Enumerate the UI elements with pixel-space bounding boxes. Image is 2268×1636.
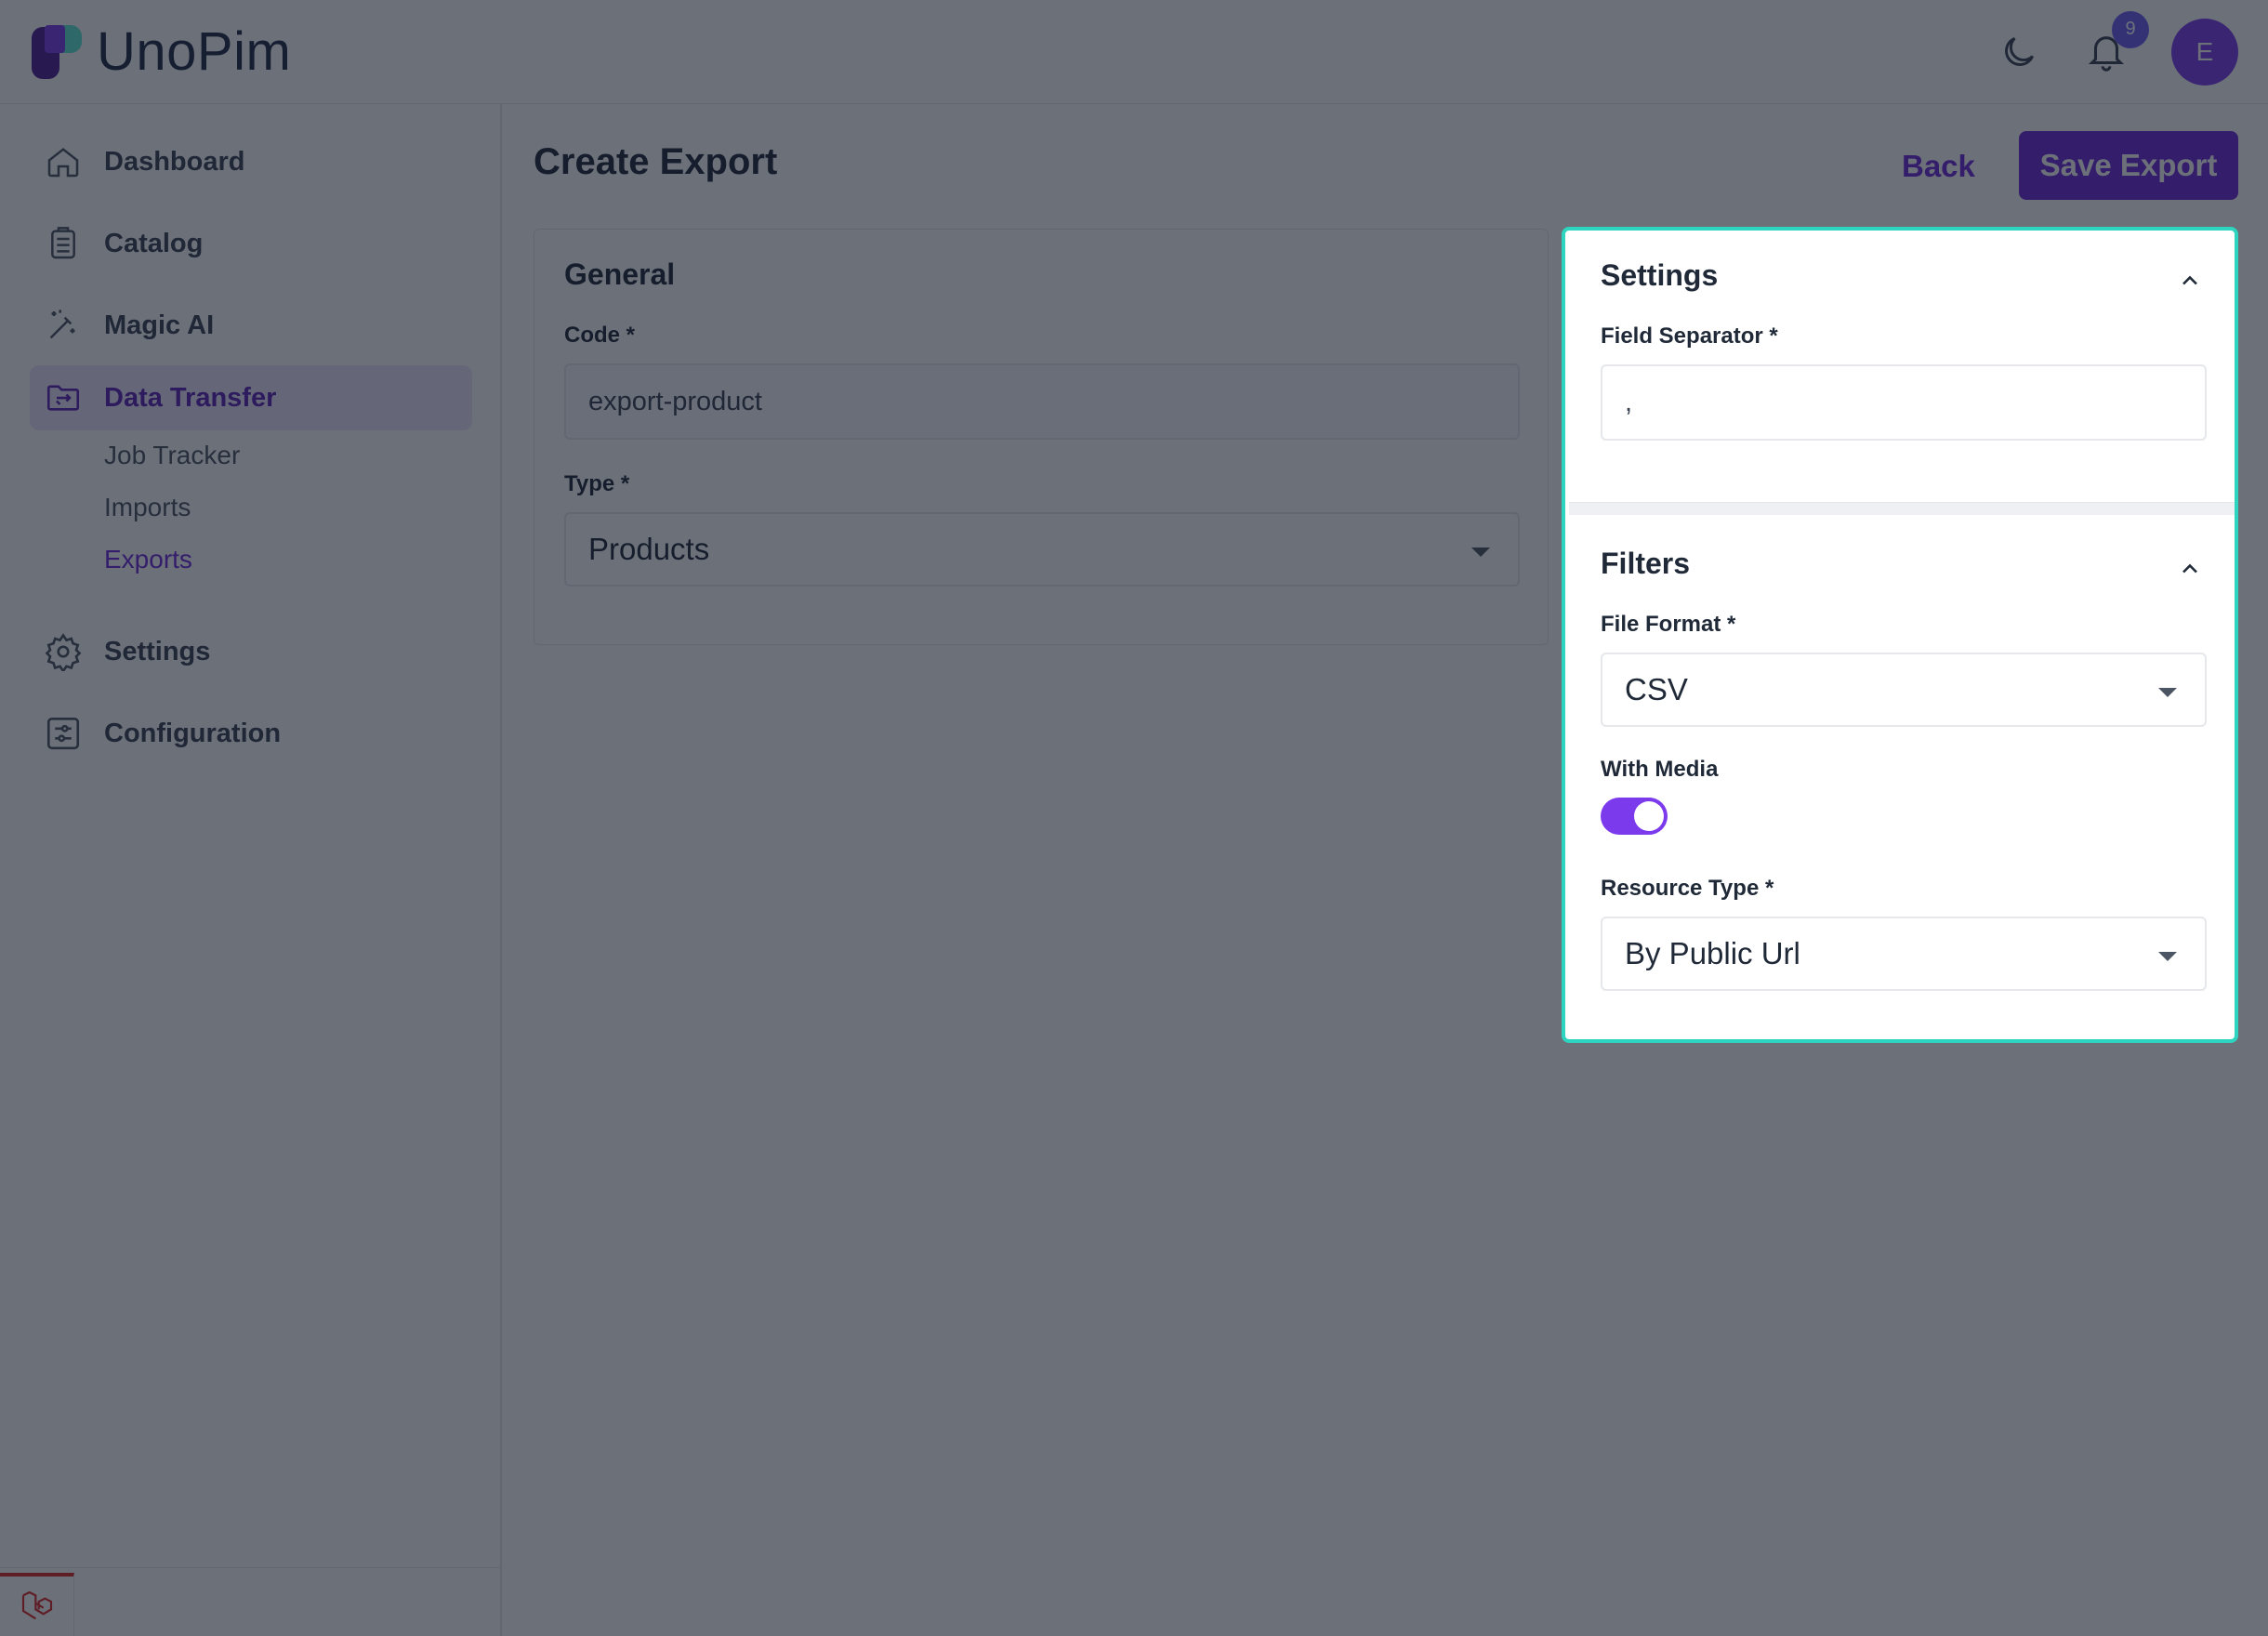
page-title: Create Export <box>534 141 778 182</box>
chevron-down-icon <box>1471 548 1490 557</box>
logo-icon <box>32 24 82 79</box>
code-input-value: export-product <box>588 386 762 416</box>
gear-icon <box>43 631 84 672</box>
dark-mode-toggle[interactable] <box>1997 30 2041 74</box>
code-label: Code * <box>564 323 635 349</box>
type-label: Type * <box>564 471 629 497</box>
magic-wand-icon <box>43 305 84 346</box>
resource-type-label: Resource Type * <box>1601 876 1774 902</box>
code-input[interactable]: export-product <box>564 363 1520 440</box>
chevron-down-icon <box>2158 688 2177 697</box>
laravel-icon <box>21 1590 52 1620</box>
sidebar-item-label: Dashboard <box>104 146 245 177</box>
field-separator-input[interactable]: , <box>1601 364 2207 441</box>
save-export-button[interactable]: Save Export <box>2019 131 2238 200</box>
sidebar-subitem-imports[interactable]: Imports <box>104 493 191 522</box>
notifications-button[interactable]: 9 <box>2084 10 2149 74</box>
required-marker: * <box>1764 876 1774 901</box>
sidebar: Dashboard Catalog Magic AI Data Transfer… <box>0 104 502 1636</box>
required-marker: * <box>1727 612 1736 637</box>
field-separator-value: , <box>1625 387 1633 417</box>
sidebar-item-label: Configuration <box>104 718 282 748</box>
section-divider <box>1569 502 2235 515</box>
logo[interactable]: UnoPim <box>30 20 291 83</box>
file-format-label-text: File Format <box>1601 612 1721 637</box>
toggle-knob <box>1634 801 1664 831</box>
file-format-select[interactable]: CSV <box>1601 653 2207 727</box>
home-icon <box>43 141 84 182</box>
sidebar-item-settings[interactable]: Settings <box>30 619 472 684</box>
moon-icon <box>2005 36 2035 66</box>
app-root: UnoPim 9 E Dashboard Catalog Magic AI Da… <box>0 0 2268 1636</box>
laravel-debugbar-toggle[interactable] <box>0 1573 74 1636</box>
sidebar-footer <box>0 1567 502 1636</box>
sidebar-subitem-job-tracker[interactable]: Job Tracker <box>104 441 240 470</box>
sidebar-item-catalog[interactable]: Catalog <box>30 211 472 276</box>
sidebar-item-label: Settings <box>104 636 211 666</box>
sidebar-item-configuration[interactable]: Configuration <box>30 701 472 766</box>
top-header: UnoPim 9 E <box>0 0 2268 104</box>
sidebar-item-magic-ai[interactable]: Magic AI <box>30 293 472 358</box>
sidebar-item-data-transfer[interactable]: Data Transfer <box>30 365 472 430</box>
folder-transfer-icon <box>43 377 84 418</box>
file-format-value: CSV <box>1625 672 1688 706</box>
field-separator-label: Field Separator * <box>1601 323 1778 350</box>
type-select-value: Products <box>588 532 710 566</box>
sliders-icon <box>43 713 84 754</box>
general-card-title: General <box>564 257 676 291</box>
chevron-down-icon <box>2158 952 2177 961</box>
logo-text: UnoPim <box>97 21 292 82</box>
general-card: General Code * export-product Type * Pro… <box>534 229 1549 645</box>
resource-type-label-text: Resource Type <box>1601 876 1760 901</box>
with-media-label: With Media <box>1601 757 1719 782</box>
filters-section-title: Filters <box>1601 547 1691 580</box>
back-button[interactable]: Back <box>1902 149 1975 184</box>
type-select[interactable]: Products <box>564 512 1520 587</box>
sidebar-item-label: Data Transfer <box>104 382 277 413</box>
required-marker: * <box>1769 323 1778 349</box>
code-label-text: Code <box>564 323 620 348</box>
file-format-label: File Format * <box>1601 612 1735 638</box>
sidebar-subitem-exports[interactable]: Exports <box>104 545 192 574</box>
resource-type-select[interactable]: By Public Url <box>1601 917 2207 991</box>
clipboard-icon <box>43 223 84 264</box>
sidebar-item-label: Magic AI <box>104 310 215 340</box>
with-media-toggle[interactable] <box>1601 798 1668 835</box>
resource-type-value: By Public Url <box>1625 936 1800 970</box>
header-actions: 9 E <box>1997 10 2238 86</box>
settings-section-title: Settings <box>1601 258 1719 292</box>
sidebar-item-label: Catalog <box>104 228 204 258</box>
chevron-up-icon[interactable] <box>2177 268 2203 294</box>
settings-filters-panel: Settings Field Separator * , Filters Fil… <box>1562 227 2238 1043</box>
type-label-text: Type <box>564 471 615 496</box>
field-separator-label-text: Field Separator <box>1601 323 1763 349</box>
required-marker: * <box>626 323 636 348</box>
user-avatar[interactable]: E <box>2171 18 2238 86</box>
notification-badge: 9 <box>2112 10 2149 48</box>
sidebar-item-dashboard[interactable]: Dashboard <box>30 129 472 194</box>
chevron-up-icon[interactable] <box>2177 556 2203 582</box>
required-marker: * <box>620 471 630 496</box>
